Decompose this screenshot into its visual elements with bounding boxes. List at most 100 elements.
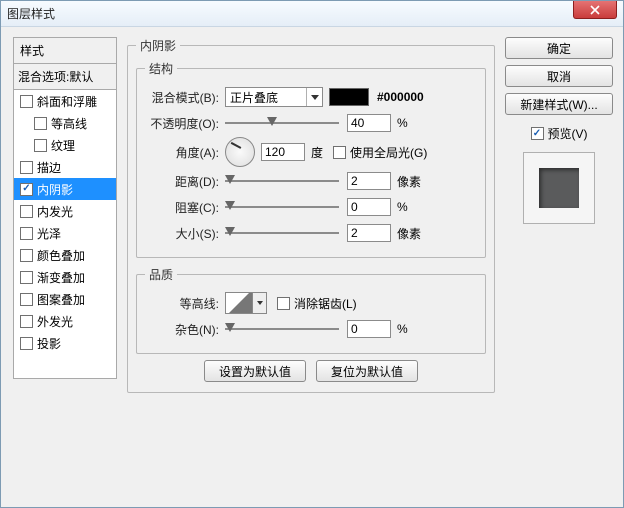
blend-mode-combo[interactable]: 正片叠底 (225, 87, 323, 107)
style-item[interactable]: 投影 (14, 332, 116, 354)
new-style-button[interactable]: 新建样式(W)... (505, 93, 613, 115)
checkbox-icon (20, 271, 33, 284)
style-item[interactable]: 斜面和浮雕 (14, 90, 116, 112)
global-light-label: 使用全局光(G) (350, 144, 427, 161)
style-item-label: 渐变叠加 (37, 269, 85, 286)
checkbox-icon (20, 161, 33, 174)
dialog-content: 样式 混合选项:默认 斜面和浮雕等高线纹理描边内阴影内发光光泽颜色叠加渐变叠加图… (1, 27, 623, 507)
cancel-button[interactable]: 取消 (505, 65, 613, 87)
style-item-label: 颜色叠加 (37, 247, 85, 264)
style-item[interactable]: 图案叠加 (14, 288, 116, 310)
style-item[interactable]: 内发光 (14, 200, 116, 222)
checkbox-icon (20, 315, 33, 328)
quality-legend: 品质 (145, 266, 177, 283)
size-input[interactable]: 2 (347, 224, 391, 242)
opacity-slider[interactable] (225, 116, 339, 130)
style-item-label: 图案叠加 (37, 291, 85, 308)
style-item[interactable]: 内阴影 (14, 178, 116, 200)
preview-box (523, 152, 595, 224)
checkbox-icon (20, 337, 33, 350)
noise-input[interactable]: 0 (347, 320, 391, 338)
contour-dropdown[interactable] (253, 292, 267, 314)
choke-unit: % (397, 200, 408, 214)
checkbox-icon (34, 117, 47, 130)
choke-label: 阻塞(C): (145, 199, 225, 216)
contour-swatch[interactable] (225, 292, 253, 314)
close-icon (590, 5, 600, 15)
color-hex: #000000 (377, 90, 424, 104)
checkbox-icon (20, 183, 33, 196)
structure-legend: 结构 (145, 60, 177, 77)
structure-group: 结构 混合模式(B): 正片叠底 #000000 不透明度(O): 40 (136, 60, 486, 258)
checkbox-icon (333, 146, 346, 159)
size-label: 大小(S): (145, 225, 225, 242)
quality-group: 品质 等高线: 消除锯齿(L) 杂色(N): 0 (136, 266, 486, 354)
checkbox-icon (277, 297, 290, 310)
make-default-button[interactable]: 设置为默认值 (204, 360, 306, 382)
checkbox-icon (20, 205, 33, 218)
color-swatch[interactable] (329, 88, 369, 106)
right-panel: 确定 取消 新建样式(W)... 预览(V) (505, 37, 613, 497)
blend-mode-value: 正片叠底 (226, 89, 306, 106)
chevron-down-icon (306, 88, 322, 106)
settings-panel: 内阴影 结构 混合模式(B): 正片叠底 #000000 不透明度(O): (127, 37, 495, 497)
style-item[interactable]: 纹理 (14, 134, 116, 156)
style-item[interactable]: 颜色叠加 (14, 244, 116, 266)
styles-list: 斜面和浮雕等高线纹理描边内阴影内发光光泽颜色叠加渐变叠加图案叠加外发光投影 (13, 89, 117, 379)
inner-shadow-legend: 内阴影 (136, 37, 180, 54)
titlebar: 图层样式 (1, 1, 623, 27)
antialias-checkbox[interactable]: 消除锯齿(L) (277, 295, 357, 312)
blending-options-item[interactable]: 混合选项:默认 (13, 63, 117, 89)
checkbox-icon (34, 139, 47, 152)
distance-input[interactable]: 2 (347, 172, 391, 190)
style-item[interactable]: 描边 (14, 156, 116, 178)
styles-panel: 样式 混合选项:默认 斜面和浮雕等高线纹理描边内阴影内发光光泽颜色叠加渐变叠加图… (13, 37, 117, 497)
global-light-checkbox[interactable]: 使用全局光(G) (333, 144, 427, 161)
style-item[interactable]: 光泽 (14, 222, 116, 244)
preview-label: 预览(V) (548, 125, 588, 142)
style-item[interactable]: 渐变叠加 (14, 266, 116, 288)
style-item-label: 内阴影 (37, 181, 73, 198)
style-item[interactable]: 外发光 (14, 310, 116, 332)
antialias-label: 消除锯齿(L) (294, 295, 357, 312)
opacity-unit: % (397, 116, 408, 130)
distance-label: 距离(D): (145, 173, 225, 190)
styles-header[interactable]: 样式 (13, 37, 117, 63)
style-item[interactable]: 等高线 (14, 112, 116, 134)
style-item-label: 外发光 (37, 313, 73, 330)
checkbox-icon (20, 95, 33, 108)
window-title: 图层样式 (7, 5, 55, 22)
choke-slider[interactable] (225, 200, 339, 214)
style-item-label: 光泽 (37, 225, 61, 242)
size-unit: 像素 (397, 225, 421, 242)
distance-unit: 像素 (397, 173, 421, 190)
opacity-input[interactable]: 40 (347, 114, 391, 132)
angle-input[interactable]: 120 (261, 143, 305, 161)
choke-input[interactable]: 0 (347, 198, 391, 216)
size-slider[interactable] (225, 226, 339, 240)
checkbox-icon (531, 127, 544, 140)
checkbox-icon (20, 227, 33, 240)
reset-default-button[interactable]: 复位为默认值 (316, 360, 418, 382)
close-button[interactable] (573, 1, 617, 19)
angle-dial[interactable] (225, 137, 255, 167)
blend-mode-label: 混合模式(B): (145, 89, 225, 106)
distance-slider[interactable] (225, 174, 339, 188)
style-item-label: 纹理 (51, 137, 75, 154)
style-item-label: 描边 (37, 159, 61, 176)
angle-unit: 度 (311, 144, 323, 161)
contour-label: 等高线: (145, 295, 225, 312)
noise-label: 杂色(N): (145, 321, 225, 338)
ok-button[interactable]: 确定 (505, 37, 613, 59)
style-item-label: 等高线 (51, 115, 87, 132)
checkbox-icon (20, 249, 33, 262)
preview-checkbox[interactable]: 预览(V) (505, 125, 613, 142)
layer-style-dialog: 图层样式 样式 混合选项:默认 斜面和浮雕等高线纹理描边内阴影内发光光泽颜色叠加… (0, 0, 624, 508)
preview-swatch (539, 168, 579, 208)
style-item-label: 内发光 (37, 203, 73, 220)
style-item-label: 投影 (37, 335, 61, 352)
noise-slider[interactable] (225, 322, 339, 336)
checkbox-icon (20, 293, 33, 306)
style-item-label: 斜面和浮雕 (37, 93, 97, 110)
inner-shadow-group: 内阴影 结构 混合模式(B): 正片叠底 #000000 不透明度(O): (127, 37, 495, 393)
